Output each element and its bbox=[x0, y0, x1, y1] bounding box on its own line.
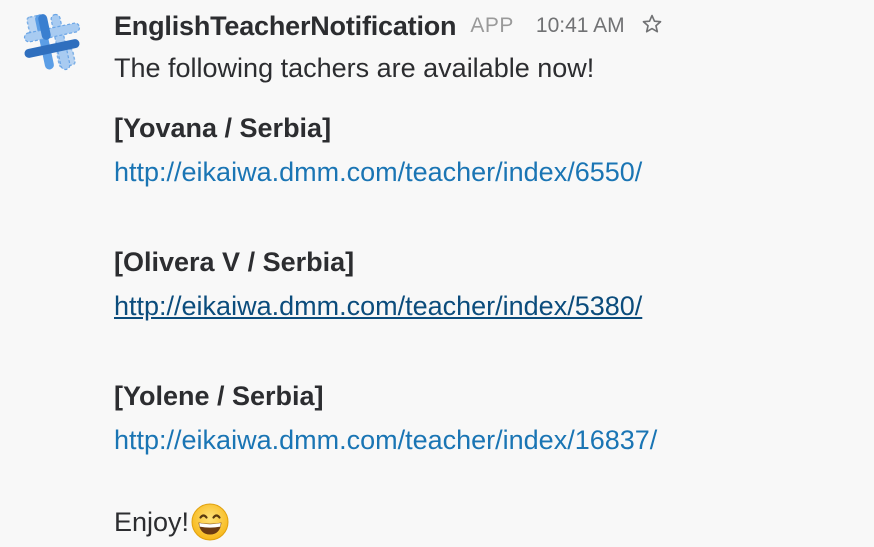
message-timestamp[interactable]: 10:41 AM bbox=[536, 14, 625, 38]
message-header: EnglishTeacherNotification APP 10:41 AM bbox=[114, 4, 854, 48]
teacher-link[interactable]: http://eikaiwa.dmm.com/teacher/index/538… bbox=[114, 291, 642, 321]
grinning-face-emoji-icon bbox=[191, 503, 229, 541]
teacher-entry: [Yovana / Serbia] http://eikaiwa.dmm.com… bbox=[114, 113, 854, 187]
closing-text: Enjoy! bbox=[114, 507, 190, 537]
teacher-name: [Yolene / Serbia] bbox=[114, 381, 324, 411]
app-avatar-icon[interactable] bbox=[20, 10, 84, 74]
closing-line: Enjoy! bbox=[114, 503, 854, 541]
intro-text: The following tachers are available now! bbox=[114, 53, 595, 83]
teacher-name: [Yovana / Serbia] bbox=[114, 113, 332, 143]
star-icon[interactable] bbox=[641, 13, 663, 39]
message-content: EnglishTeacherNotification APP 10:41 AM … bbox=[114, 4, 854, 541]
teacher-link[interactable]: http://eikaiwa.dmm.com/teacher/index/655… bbox=[114, 157, 642, 187]
teacher-entry: [Yolene / Serbia] http://eikaiwa.dmm.com… bbox=[114, 381, 854, 455]
teacher-name: [Olivera V / Serbia] bbox=[114, 247, 355, 277]
app-badge: APP bbox=[470, 14, 514, 37]
teacher-link[interactable]: http://eikaiwa.dmm.com/teacher/index/168… bbox=[114, 425, 657, 455]
sender-name[interactable]: EnglishTeacherNotification bbox=[114, 11, 457, 42]
teacher-entry: [Olivera V / Serbia] http://eikaiwa.dmm.… bbox=[114, 247, 854, 321]
message: EnglishTeacherNotification APP 10:41 AM … bbox=[0, 0, 874, 541]
